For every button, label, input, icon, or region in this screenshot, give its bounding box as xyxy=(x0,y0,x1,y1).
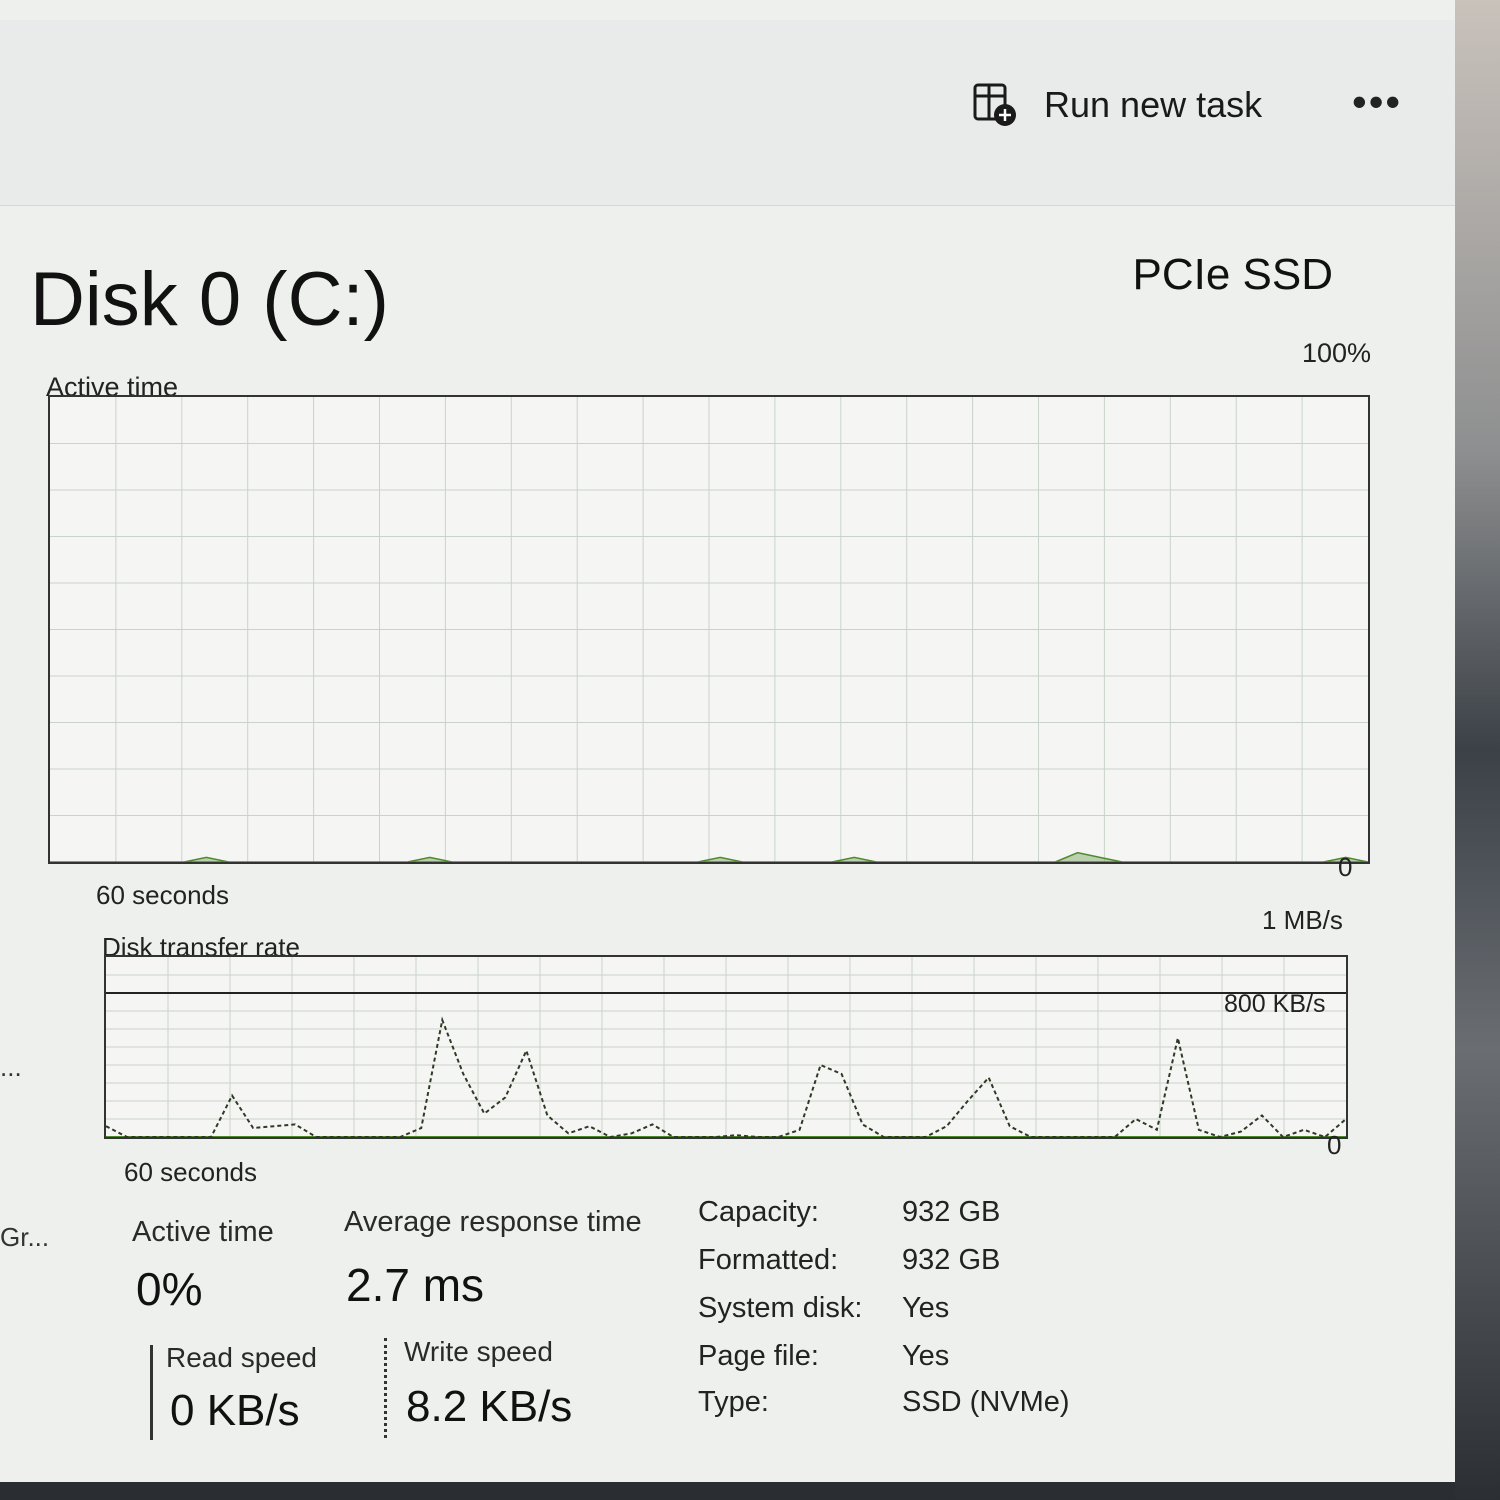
property-value: Yes xyxy=(902,1292,950,1324)
transfer-rate-graph xyxy=(104,955,1348,1139)
run-task-icon xyxy=(973,83,1016,126)
disk-model: PCIe SSD xyxy=(1132,250,1333,299)
run-new-task-label: Run new task xyxy=(1044,84,1263,125)
property-value: SSD (NVMe) xyxy=(902,1386,1070,1418)
property-value: 932 GB xyxy=(902,1244,1001,1276)
read-speed-value: 0 KB/s xyxy=(170,1386,300,1435)
property-key: Formatted: xyxy=(698,1244,839,1276)
property-value: 932 GB xyxy=(902,1196,1001,1228)
active-time-max-label: 100% xyxy=(1302,338,1372,368)
active-time-stat-label: Active time xyxy=(132,1216,274,1248)
active-time-stat-value: 0% xyxy=(136,1263,203,1315)
transfer-max-label: 1 MB/s xyxy=(1262,905,1343,935)
disk-title: Disk 0 (C:) xyxy=(30,257,389,342)
sidebar-ellipsis[interactable]: ... xyxy=(0,1052,22,1083)
transfer-min-label: 0 xyxy=(1327,1130,1342,1160)
property-key: Page file: xyxy=(698,1340,819,1372)
sidebar-item-gpu[interactable]: Gr... xyxy=(0,1222,49,1253)
property-key: Capacity: xyxy=(698,1196,819,1228)
active-time-duration-label: 60 seconds xyxy=(96,880,229,910)
more-options-button[interactable]: ••• xyxy=(1352,78,1402,126)
background-photo-edge xyxy=(1455,0,1500,1500)
avg-response-label: Average response time xyxy=(344,1206,642,1238)
write-speed-legend-line xyxy=(384,1338,387,1438)
active-time-graph xyxy=(48,395,1370,864)
task-manager-window: Run new task ••• ... Gr... Disk 0 (C:) P… xyxy=(0,0,1455,1482)
property-key: System disk: xyxy=(698,1292,863,1324)
active-time-min-label: 0 xyxy=(1338,852,1353,882)
property-key: Type: xyxy=(698,1386,769,1418)
active-time-chart xyxy=(50,397,1368,862)
write-speed-label: Write speed xyxy=(404,1336,553,1367)
transfer-ref-label: 800 KB/s xyxy=(1224,990,1326,1018)
transfer-duration-label: 60 seconds xyxy=(124,1157,257,1187)
command-bar: Run new task ••• xyxy=(0,20,1455,206)
transfer-rate-chart xyxy=(106,957,1346,1137)
read-speed-legend-line xyxy=(150,1345,153,1440)
avg-response-value: 2.7 ms xyxy=(346,1259,485,1311)
write-speed-value: 8.2 KB/s xyxy=(406,1382,573,1431)
property-value: Yes xyxy=(902,1340,950,1372)
read-speed-label: Read speed xyxy=(166,1342,318,1373)
run-new-task-button[interactable]: Run new task xyxy=(972,82,1262,128)
